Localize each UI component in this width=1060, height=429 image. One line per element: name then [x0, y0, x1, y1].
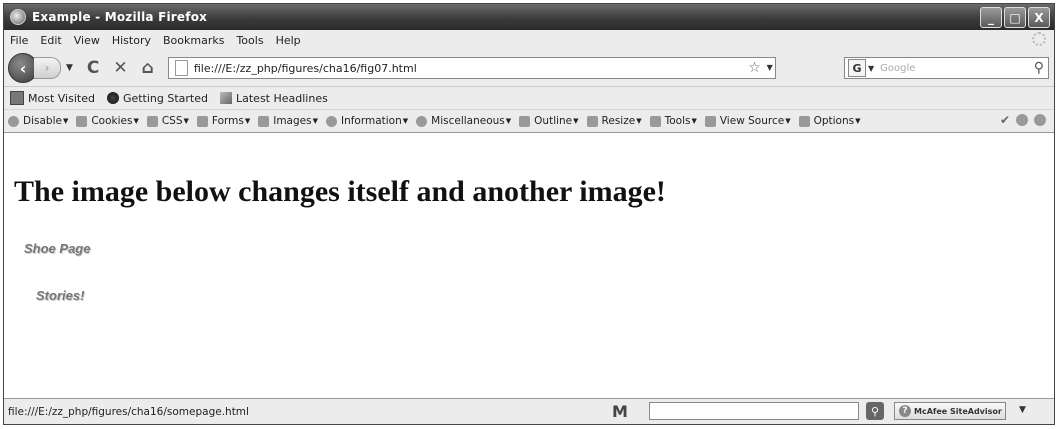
- title-bar: Example - Mozilla Firefox _ □ X: [4, 4, 1054, 30]
- dev-disable[interactable]: Disable ▼: [8, 115, 68, 127]
- tools-icon: [649, 115, 661, 127]
- cookies-icon: [76, 115, 88, 127]
- search-bar[interactable]: G ▼ Google ⚲: [844, 57, 1049, 79]
- history-dropdown-icon[interactable]: ▼: [66, 63, 73, 73]
- stop-button[interactable]: ✕: [113, 58, 127, 78]
- disable-icon: [8, 115, 19, 127]
- css-icon: [146, 115, 158, 127]
- dev-resize[interactable]: Resize ▼: [586, 115, 642, 127]
- bookmark-getting-started[interactable]: Getting Started: [106, 91, 208, 105]
- dev-label: Cookies: [91, 115, 133, 127]
- window-controls: _ □ X: [980, 7, 1050, 28]
- dev-label: Miscellaneous: [431, 115, 505, 127]
- browser-window: Example - Mozilla Firefox _ □ X File Edi…: [3, 3, 1055, 425]
- menu-bookmarks[interactable]: Bookmarks: [163, 34, 224, 47]
- web-developer-toolbar: Disable ▼ Cookies ▼ CSS ▼ Forms ▼ Images ▼ In…: [4, 110, 1054, 133]
- bookmark-label: Getting Started: [122, 91, 208, 105]
- page-icon: [174, 60, 188, 76]
- status-url: file:///E:/zz_php/figures/cha16/somepage…: [8, 405, 249, 418]
- firefox-icon: [106, 92, 119, 104]
- siteadvisor-button[interactable]: ? McAfee SiteAdvisor: [894, 402, 1006, 420]
- dev-css[interactable]: CSS ▼: [146, 115, 189, 127]
- throbber-icon: [1032, 32, 1046, 46]
- dev-label: CSS: [161, 115, 183, 127]
- dev-tools[interactable]: Tools ▼: [649, 115, 697, 127]
- validation-check-icon[interactable]: ✔: [1000, 114, 1010, 126]
- dev-label: Outline: [534, 115, 573, 127]
- reload-button[interactable]: C: [87, 58, 99, 78]
- menu-tools[interactable]: Tools: [236, 34, 263, 47]
- bookmark-most-visited[interactable]: Most Visited: [10, 91, 95, 105]
- m-logo-icon[interactable]: M: [612, 402, 628, 421]
- dev-label: View Source: [719, 115, 785, 127]
- status-search-input[interactable]: [649, 402, 859, 420]
- dev-label: Options: [813, 115, 855, 127]
- siteadvisor-dropdown-icon[interactable]: ▼: [1019, 405, 1026, 415]
- status-search-icon[interactable]: ⚲: [866, 402, 884, 420]
- menu-edit[interactable]: Edit: [40, 34, 61, 47]
- view-source-icon: [704, 115, 716, 127]
- forward-button[interactable]: ›: [34, 57, 61, 79]
- menu-view[interactable]: View: [74, 34, 100, 47]
- rss-feed-icon: [220, 92, 232, 104]
- information-icon: [325, 115, 337, 127]
- dev-label: Forms: [211, 115, 244, 127]
- dev-label: Information: [340, 115, 402, 127]
- page-content: The image below changes itself and anoth…: [4, 132, 1054, 398]
- images-icon: [258, 115, 270, 127]
- navigation-toolbar: ‹ › ▼ C ✕ ⌂ file:///E:/zz_php/figures/ch…: [4, 50, 1054, 87]
- maximize-button[interactable]: □: [1004, 7, 1026, 28]
- firefox-icon: [10, 9, 26, 25]
- stories-image[interactable]: Stories!: [36, 288, 84, 303]
- dev-options[interactable]: Options ▼: [798, 115, 860, 127]
- status-bar: file:///E:/zz_php/figures/cha16/somepage…: [4, 398, 1054, 424]
- js-status-icon[interactable]: [1034, 114, 1046, 126]
- home-button[interactable]: ⌂: [142, 58, 154, 78]
- search-icon[interactable]: ⚲: [1034, 60, 1044, 76]
- bookmark-latest-headlines[interactable]: Latest Headlines: [220, 92, 328, 105]
- dev-images[interactable]: Images ▼: [258, 115, 318, 127]
- dev-label: Tools: [664, 115, 691, 127]
- bookmark-star-icon[interactable]: ☆: [748, 60, 761, 76]
- url-dropdown-icon[interactable]: ▼: [767, 63, 773, 72]
- menu-history[interactable]: History: [112, 34, 151, 47]
- dev-label: Resize: [601, 115, 636, 127]
- bookmark-label: Most Visited: [28, 91, 95, 105]
- resize-icon: [586, 115, 598, 127]
- window-title: Example - Mozilla Firefox: [32, 10, 208, 24]
- minimize-button[interactable]: _: [980, 7, 1002, 28]
- menu-help[interactable]: Help: [276, 34, 301, 47]
- url-bar[interactable]: file:///E:/zz_php/figures/cha16/fig07.ht…: [167, 57, 776, 79]
- google-icon[interactable]: G: [848, 59, 866, 77]
- dev-label: Disable: [23, 115, 62, 127]
- siteadvisor-label: McAfee SiteAdvisor: [914, 406, 1002, 416]
- menu-file[interactable]: File: [10, 34, 28, 47]
- dev-information[interactable]: Information ▼: [325, 115, 408, 127]
- page-heading: The image below changes itself and anoth…: [14, 175, 666, 208]
- miscellaneous-icon: [416, 115, 428, 127]
- dev-label: Images: [273, 115, 312, 127]
- dev-cookies[interactable]: Cookies ▼: [76, 115, 139, 127]
- outline-icon: [519, 115, 531, 127]
- dev-miscellaneous[interactable]: Miscellaneous ▼: [416, 115, 511, 127]
- dev-view-source[interactable]: View Source ▼: [704, 115, 791, 127]
- url-text[interactable]: file:///E:/zz_php/figures/cha16/fig07.ht…: [194, 62, 417, 75]
- shoe-page-image-link[interactable]: Shoe Page: [24, 241, 90, 256]
- forms-icon: [196, 115, 208, 127]
- help-icon: ?: [899, 405, 911, 417]
- search-input[interactable]: Google: [880, 63, 915, 74]
- search-engine-dropdown-icon[interactable]: ▼: [868, 64, 874, 73]
- bookmark-label: Latest Headlines: [236, 91, 328, 105]
- dev-status-icons: ✔: [1000, 114, 1046, 126]
- dev-forms[interactable]: Forms ▼: [196, 115, 250, 127]
- bookmarks-toolbar: Most Visited Getting Started Latest Head…: [4, 87, 1054, 110]
- options-icon: [798, 115, 810, 127]
- most-visited-icon: [10, 91, 24, 105]
- css-status-icon[interactable]: [1016, 114, 1028, 126]
- dev-outline[interactable]: Outline ▼: [519, 115, 579, 127]
- menu-bar: File Edit View History Bookmarks Tools H…: [4, 30, 1054, 50]
- close-button[interactable]: X: [1028, 7, 1050, 28]
